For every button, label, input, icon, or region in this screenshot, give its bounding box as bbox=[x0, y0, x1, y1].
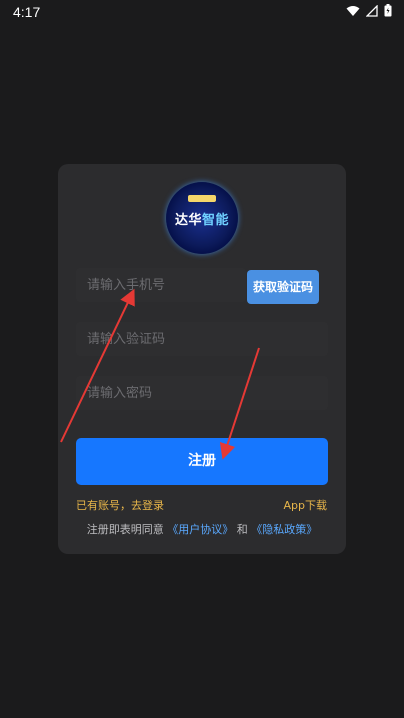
logo-text-highlight: 智能 bbox=[202, 213, 230, 228]
phone-input[interactable] bbox=[76, 268, 246, 302]
logo-badge bbox=[188, 195, 216, 202]
user-agreement-link[interactable]: 《用户协议》 bbox=[167, 523, 233, 536]
agreement-text: 注册即表明同意 《用户协议》 和 《隐私政策》 bbox=[58, 521, 346, 537]
register-card: 达华智能 获取验证码 注册 已有账号，去登录 App下载 注册即表明同意 《用户… bbox=[58, 164, 346, 554]
agreement-prefix: 注册即表明同意 bbox=[86, 523, 164, 536]
password-input[interactable] bbox=[76, 376, 328, 410]
battery-icon bbox=[384, 4, 392, 17]
logo-text: 达华智能 bbox=[166, 209, 238, 228]
register-button[interactable]: 注册 bbox=[76, 438, 328, 485]
status-icons bbox=[346, 4, 392, 17]
wifi-icon bbox=[346, 5, 360, 16]
app-download-link[interactable]: App下载 bbox=[284, 497, 328, 513]
get-code-button[interactable]: 获取验证码 bbox=[247, 270, 319, 304]
brand-logo: 达华智能 bbox=[166, 182, 238, 254]
login-link[interactable]: 已有账号，去登录 bbox=[76, 497, 164, 513]
signal-icon bbox=[366, 4, 378, 17]
logo-text-main: 达华 bbox=[174, 213, 202, 228]
phone-field[interactable] bbox=[76, 268, 246, 302]
privacy-policy-link[interactable]: 《隐私政策》 bbox=[251, 523, 317, 536]
agreement-and: 和 bbox=[236, 523, 248, 536]
verification-code-input[interactable] bbox=[76, 322, 328, 356]
verification-code-field[interactable] bbox=[76, 322, 328, 356]
password-field[interactable] bbox=[76, 376, 328, 410]
status-bar: 4:17 bbox=[0, 0, 404, 24]
status-time: 4:17 bbox=[13, 4, 41, 20]
